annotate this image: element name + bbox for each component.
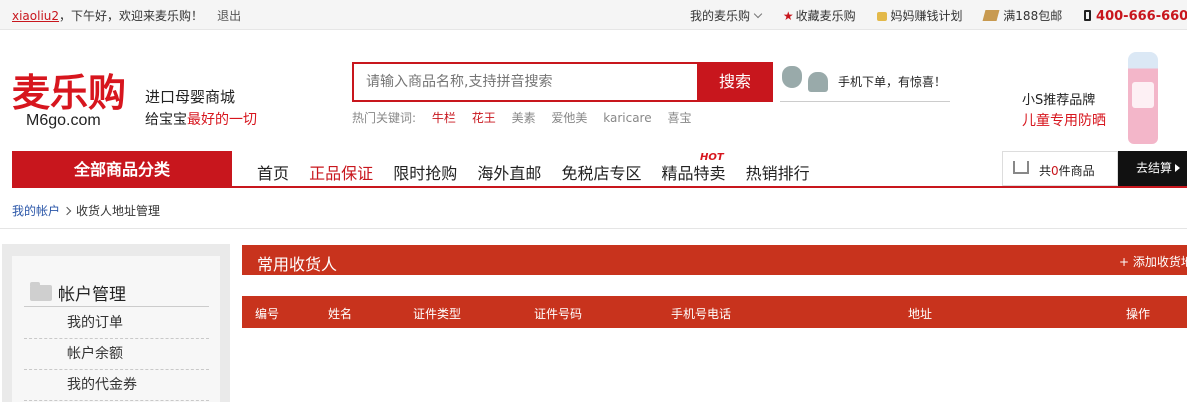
- consignee-section-header: 常用收货人 + 添加收货地: [242, 245, 1187, 275]
- greeting-text: ，下午好，欢迎来麦乐购！: [59, 9, 204, 23]
- cart-summary[interactable]: 共0件商品: [1002, 151, 1118, 186]
- column-header-id-type: 证件类型: [413, 307, 462, 321]
- tagline-secondary-a: 给宝宝: [145, 112, 187, 128]
- search-button[interactable]: 搜索: [697, 62, 773, 102]
- nav-item-special-sale[interactable]: 精品特卖: [662, 164, 726, 183]
- free-shipping-label: 满188包邮: [1003, 9, 1063, 23]
- top-links: 我的麦乐购 ★ 收藏麦乐购 妈妈赚钱计划 满188包邮 400-666-660: [690, 7, 1187, 24]
- my-account-label: 我的麦乐购: [690, 9, 751, 23]
- nav-item-authentic[interactable]: 正品保证: [309, 164, 373, 183]
- logo-cn: 麦乐购: [12, 70, 127, 115]
- top-bar: xiaoliu2，下午好，欢迎来麦乐购！ 退出 我的麦乐购 ★ 收藏麦乐购 妈妈赚钱…: [0, 0, 1187, 30]
- tagline-secondary-b: 最好的一切: [187, 112, 257, 128]
- all-categories-button[interactable]: 全部商品分类: [12, 151, 232, 188]
- box-icon: [982, 10, 1000, 21]
- chevron-down-icon: [753, 9, 763, 19]
- tagline-primary: 进口母婴商城: [145, 88, 236, 106]
- divider: [0, 228, 1187, 229]
- promo-line-2[interactable]: 儿童专用防晒: [1022, 110, 1106, 130]
- sidebar-item-balance[interactable]: 帐户余额: [24, 339, 209, 370]
- sidebar-panel: 帐户管理 我的订单 帐户余额 我的代金券: [12, 256, 220, 402]
- nav-item-bestsellers[interactable]: 热销排行: [746, 164, 810, 183]
- android-icon: [808, 72, 828, 92]
- checkout-button[interactable]: 去结算: [1118, 151, 1187, 186]
- column-header-phone: 手机号电话: [671, 307, 732, 321]
- hot-keyword[interactable]: 喜宝: [667, 111, 691, 125]
- breadcrumb-current: 收货人地址管理: [76, 204, 161, 218]
- hot-keyword[interactable]: 牛栏: [432, 111, 456, 125]
- cart-suffix: 件商品: [1058, 164, 1095, 178]
- hotline-number: 400-666-660: [1096, 9, 1187, 24]
- my-account-menu[interactable]: 我的麦乐购: [690, 7, 763, 24]
- hot-keyword[interactable]: 美素: [512, 111, 536, 125]
- logo-en: M6go.com: [26, 112, 101, 129]
- search-box: [352, 62, 697, 102]
- cart-icon: [1013, 161, 1029, 174]
- earn-link[interactable]: 妈妈赚钱计划: [877, 7, 962, 24]
- logo[interactable]: 麦乐购 M6go.com: [12, 70, 127, 130]
- star-icon: ★: [782, 9, 794, 23]
- hot-keyword[interactable]: karicare: [603, 111, 651, 125]
- hot-keyword[interactable]: 爱他美: [551, 111, 587, 125]
- phone-icon: [1084, 10, 1092, 21]
- address-table-header: 编号 姓名 证件类型 证件号码 手机号电话 地址 操作: [242, 296, 1187, 328]
- coin-icon: [877, 12, 888, 21]
- welcome-area: xiaoliu2，下午好，欢迎来麦乐购！ 退出: [12, 7, 241, 24]
- cart-prefix: 共: [1039, 164, 1052, 178]
- hot-badge: HOT: [700, 152, 724, 163]
- logout-link[interactable]: 退出: [217, 9, 241, 23]
- apple-icon: [782, 66, 802, 88]
- column-header-name: 姓名: [328, 307, 353, 321]
- nav-item-flash-sale[interactable]: 限时抢购: [393, 164, 457, 183]
- column-header-id-number: 证件号码: [534, 307, 583, 321]
- nav-item-overseas[interactable]: 海外直邮: [477, 164, 541, 183]
- tagline-secondary: 给宝宝最好的一切: [145, 109, 257, 129]
- sidebar-title: 帐户管理: [58, 285, 126, 305]
- favorite-link[interactable]: ★ 收藏麦乐购: [783, 7, 856, 24]
- checkout-label: 去结算: [1136, 161, 1173, 175]
- sidebar-item-vouchers[interactable]: 我的代金券: [24, 370, 209, 401]
- mobile-text: 手机下单，有惊喜！: [838, 75, 947, 89]
- favorite-label: 收藏麦乐购: [795, 9, 856, 23]
- breadcrumb: 我的帐户 收货人地址管理: [12, 202, 160, 219]
- column-header-id: 编号: [255, 307, 280, 321]
- column-header-actions: 操作: [1126, 307, 1151, 321]
- main-nav: 首页 正品保证 限时抢购 海外直邮 免税店专区 精品特卖 热销排行: [257, 160, 825, 184]
- nav-item-duty-free[interactable]: 免税店专区: [561, 164, 641, 183]
- add-address-button[interactable]: + 添加收货地: [1119, 253, 1187, 270]
- chevron-right-icon: [62, 206, 72, 216]
- arrow-right-icon: [1175, 164, 1181, 172]
- hot-keyword[interactable]: 花王: [472, 111, 496, 125]
- sidebar-item-orders[interactable]: 我的订单: [24, 308, 209, 339]
- hotline: 400-666-660: [1084, 9, 1187, 24]
- free-shipping-link[interactable]: 满188包邮: [982, 7, 1063, 24]
- sunscreen-product-image[interactable]: [1128, 52, 1158, 144]
- cart-count: 0: [1051, 164, 1059, 178]
- breadcrumb-root[interactable]: 我的帐户: [12, 204, 60, 218]
- sidebar: 帐户管理 我的订单 帐户余额 我的代金券: [2, 244, 230, 402]
- promo-line-1[interactable]: 小S推荐品牌: [1022, 89, 1095, 108]
- cart-text: 共0件商品: [1039, 162, 1095, 179]
- sidebar-header: 帐户管理: [24, 277, 209, 307]
- earn-label: 妈妈赚钱计划: [890, 9, 963, 23]
- username-link[interactable]: xiaoliu2: [12, 9, 59, 23]
- nav-item-home[interactable]: 首页: [257, 164, 289, 183]
- hot-keywords: 热门关键词: 牛栏 花王 美素 爱他美 karicare 喜宝: [352, 109, 703, 126]
- column-header-address: 地址: [908, 307, 933, 321]
- mobile-app-banner[interactable]: 手机下单，有惊喜！: [780, 62, 950, 102]
- section-title: 常用收货人: [257, 255, 338, 274]
- folder-icon: [30, 282, 52, 301]
- hot-keywords-label: 热门关键词:: [352, 111, 417, 125]
- search-input[interactable]: [354, 64, 697, 100]
